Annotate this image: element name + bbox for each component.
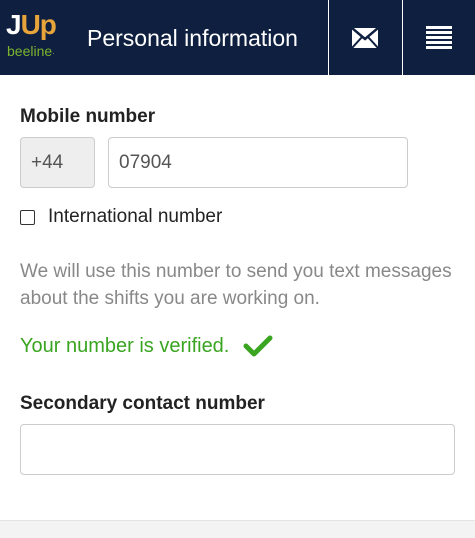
mobile-help-text: We will use this number to send you text… (20, 261, 452, 309)
mobile-number-label: Mobile number (20, 106, 156, 127)
app-header: JUp beeline· Personal information (0, 0, 475, 75)
country-code-field: +44 (20, 137, 95, 188)
checkmark-icon (243, 335, 273, 357)
international-number-label: International number (48, 206, 223, 227)
secondary-number-input[interactable] (20, 424, 455, 475)
logo-accent-text: Up (20, 9, 57, 40)
jup-beeline-logo[interactable]: JUp beeline· (6, 10, 66, 65)
hamburger-menu-icon (426, 25, 452, 49)
logo-tm: · (52, 49, 55, 58)
verified-status: Your number is verified. (20, 334, 273, 358)
menu-button[interactable] (402, 0, 475, 75)
secondary-number-label: Secondary contact number (20, 393, 265, 414)
verified-text: Your number is verified. (20, 335, 230, 357)
logo-sub-text: beeline (7, 43, 53, 59)
logo-main-text: J (6, 9, 22, 40)
mobile-number-input[interactable] (108, 137, 408, 188)
international-number-checkbox[interactable] (20, 209, 35, 225)
footer-divider (0, 520, 475, 538)
envelope-icon (352, 27, 378, 48)
international-number-option[interactable]: International number (20, 206, 222, 228)
page-title: Personal information (87, 25, 298, 51)
messages-button[interactable] (328, 0, 401, 75)
